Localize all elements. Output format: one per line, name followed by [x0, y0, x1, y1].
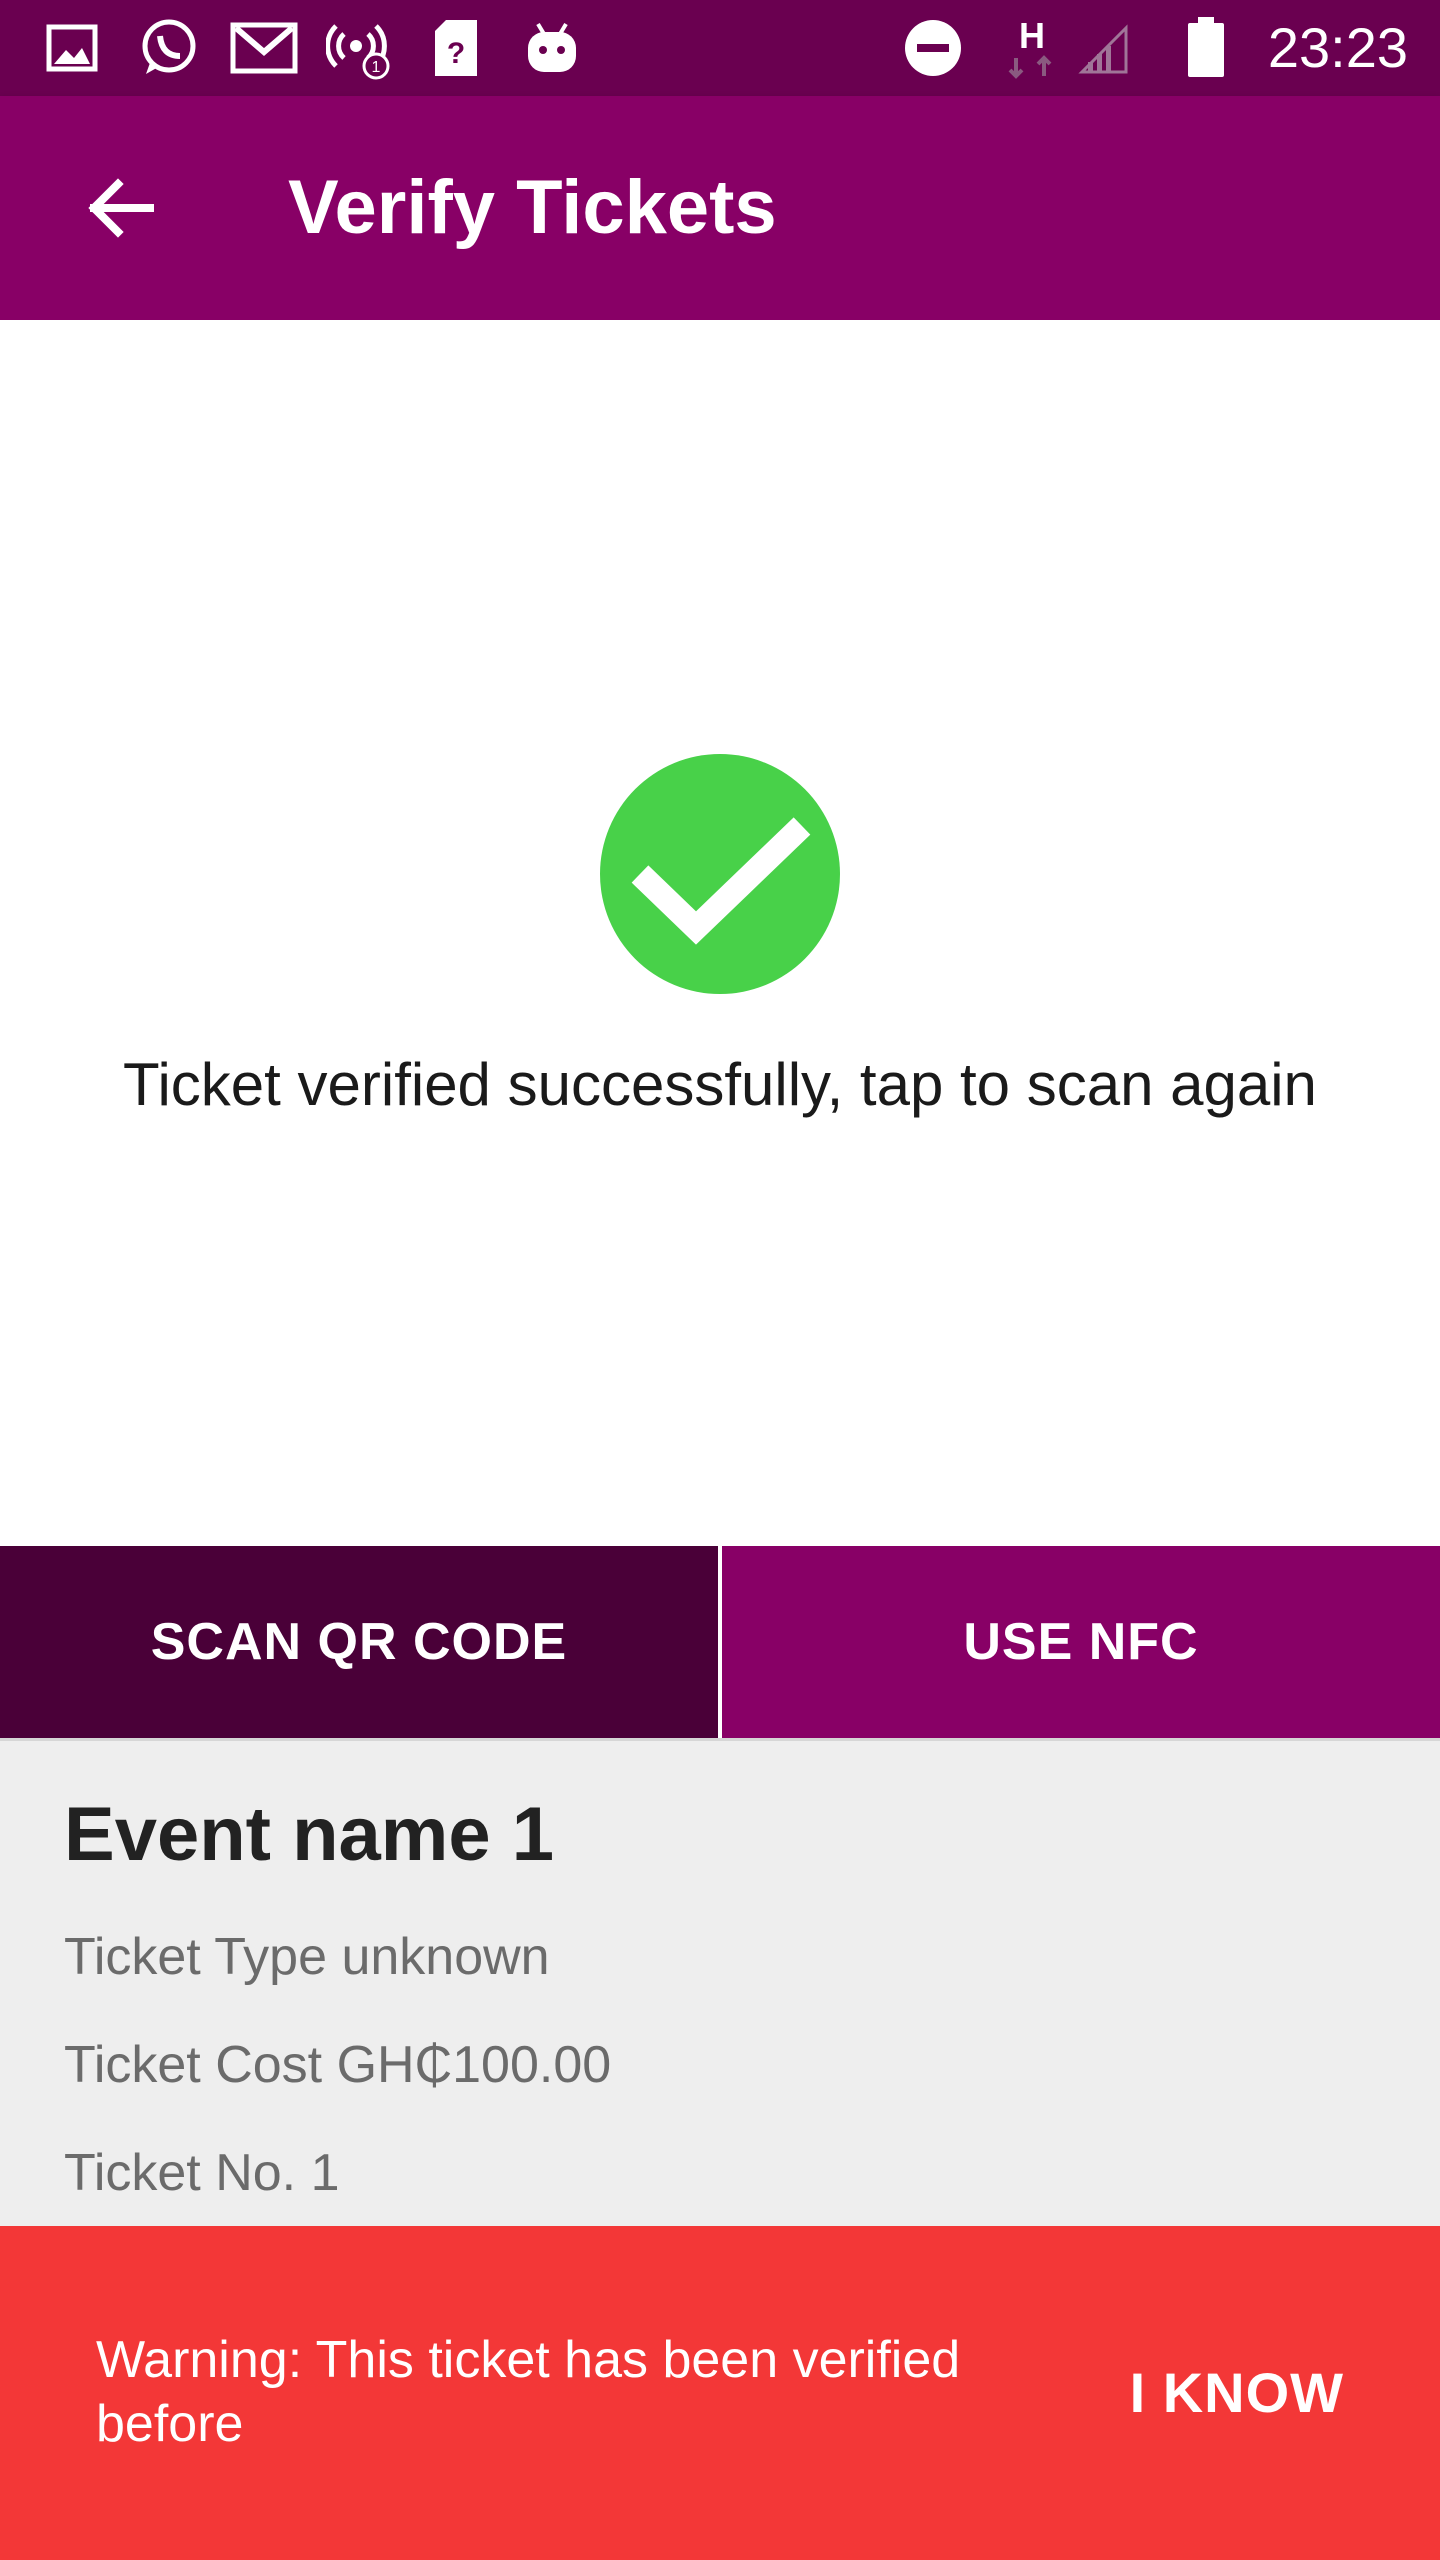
i-know-button[interactable]: I KNOW: [1130, 2226, 1344, 2560]
tab-use-nfc[interactable]: USE NFC: [722, 1546, 1440, 1738]
sim-icon: ?: [428, 14, 484, 82]
signal-icon: [1076, 14, 1132, 82]
gmail-icon: [228, 14, 300, 82]
whatsapp-icon: [132, 14, 204, 82]
svg-text:1: 1: [372, 59, 381, 76]
verification-message: Ticket verified successfully, tap to sca…: [123, 1051, 1317, 1118]
ticket-type: Ticket Type unknown: [64, 1928, 550, 1986]
back-button[interactable]: [64, 152, 176, 264]
warning-snackbar: Warning: This ticket has been verified b…: [0, 2226, 1440, 2560]
android-icon: [520, 14, 584, 82]
svg-text:?: ?: [447, 37, 465, 70]
app-bar: Verify Tickets: [0, 96, 1440, 320]
do-not-disturb-icon: [900, 14, 966, 82]
network-h-icon: H: [1000, 14, 1064, 82]
network-type-label: H: [1019, 15, 1045, 56]
warning-message: Warning: This ticket has been verified b…: [96, 2331, 961, 2453]
ticket-number: Ticket No. 1: [64, 2144, 340, 2202]
event-name: Event name 1: [64, 1792, 554, 1877]
hotspot-icon: 1: [324, 14, 396, 82]
page-title: Verify Tickets: [288, 165, 777, 250]
status-time: 23:23: [1267, 16, 1408, 79]
scan-again-area[interactable]: Ticket verified successfully, tap to sca…: [0, 320, 1440, 1546]
ticket-details: Event name 1 Ticket Type unknown Ticket …: [0, 1738, 1440, 2226]
check-circle-icon: [600, 754, 840, 994]
arrow-left-icon: [88, 178, 154, 238]
gallery-icon: [44, 14, 100, 82]
tab-bar: SCAN QR CODE USE NFC: [0, 1546, 1440, 1738]
battery-icon: [1180, 14, 1232, 82]
status-bar: 1 ? H 23:23: [0, 0, 1440, 96]
ticket-cost: Ticket Cost GH₵100.00: [64, 2036, 612, 2094]
tab-scan-qr-code[interactable]: SCAN QR CODE: [0, 1546, 718, 1738]
